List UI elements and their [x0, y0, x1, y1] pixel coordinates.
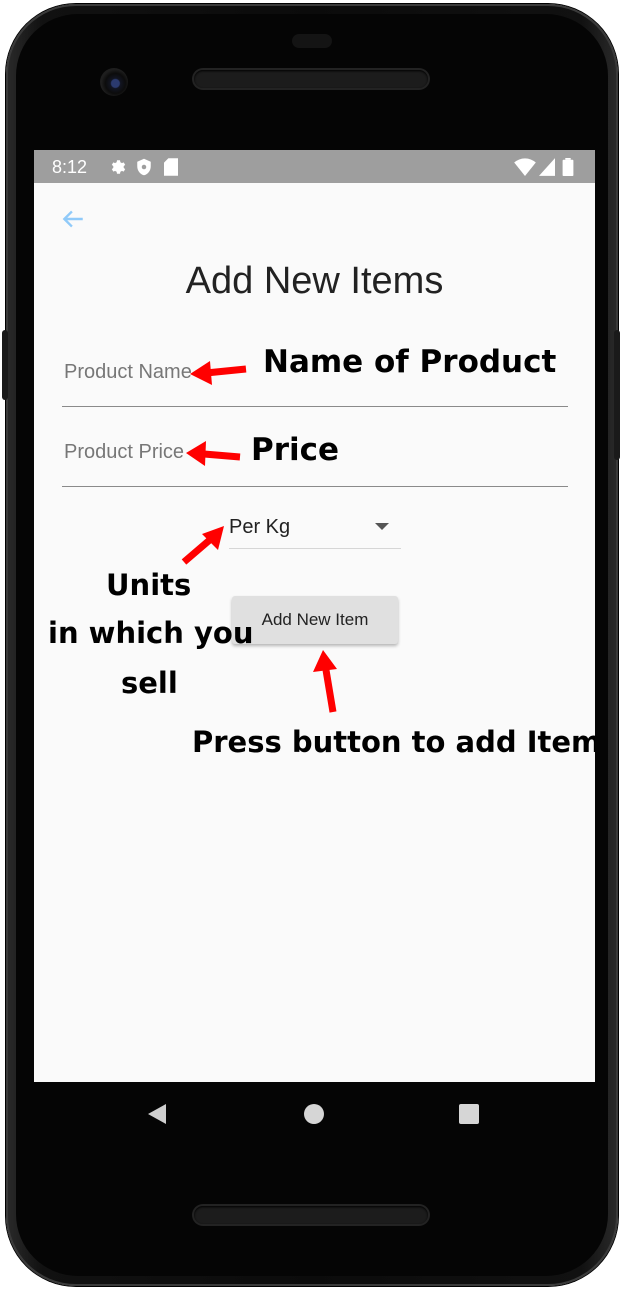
- nav-home-icon[interactable]: [304, 1104, 324, 1124]
- system-nav-bar: [34, 1082, 595, 1148]
- arrow-to-button-icon: [313, 650, 337, 713]
- proximity-sensor: [292, 34, 332, 48]
- front-camera: [100, 68, 128, 96]
- arrow-to-price-field-icon: [186, 441, 241, 466]
- annotation-arrows: [181, 361, 337, 713]
- phone-side-button: [2, 330, 8, 400]
- nav-back-icon[interactable]: [148, 1104, 166, 1124]
- phone-volume-button: [614, 330, 620, 460]
- nav-recent-icon[interactable]: [459, 1104, 479, 1124]
- earpiece-speaker: [194, 70, 428, 88]
- bottom-speaker: [194, 1206, 428, 1224]
- app-screen: 8:12 Add New Items Per Kg Add New Ite: [34, 150, 595, 1082]
- arrow-to-name-field-icon: [190, 361, 247, 385]
- arrow-to-dropdown-icon: [181, 526, 224, 565]
